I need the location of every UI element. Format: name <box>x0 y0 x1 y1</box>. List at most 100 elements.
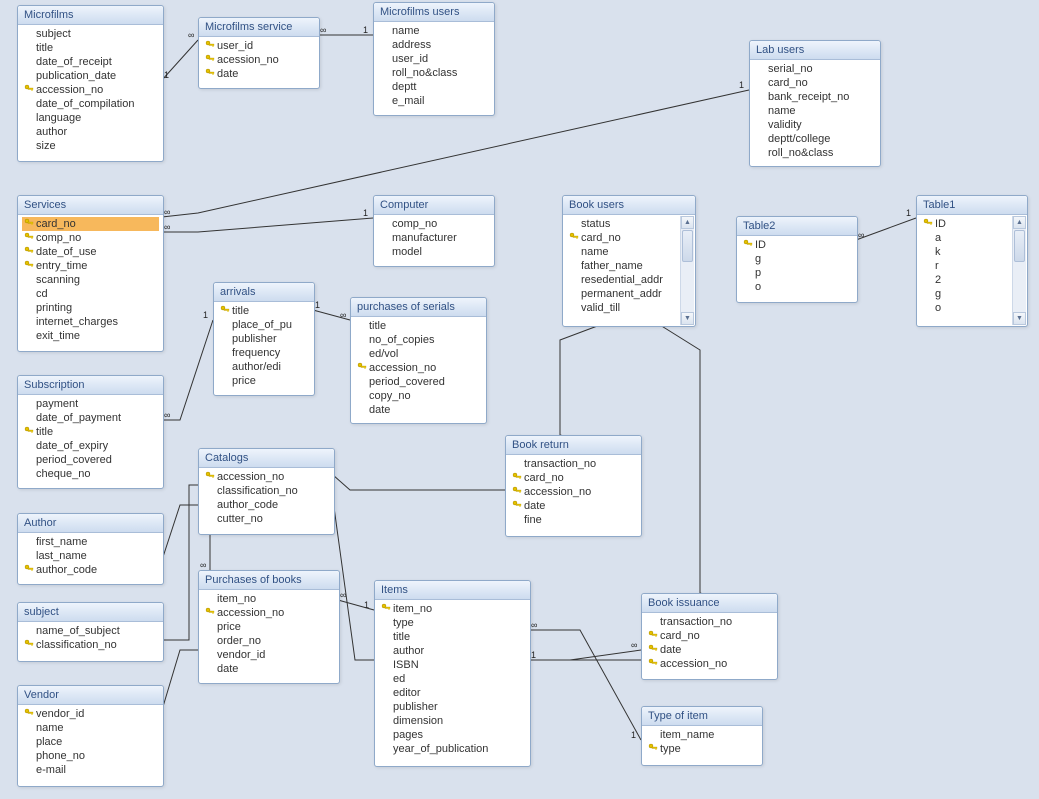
field-row[interactable]: transaction_no <box>510 457 637 471</box>
field-row[interactable]: deptt <box>378 80 490 94</box>
field-row[interactable]: card_no <box>22 217 159 231</box>
field-row[interactable]: comp_no <box>378 217 490 231</box>
field-row[interactable]: 2 <box>921 273 1010 287</box>
field-row[interactable]: acession_no <box>203 53 315 67</box>
table-title[interactable]: Table2 <box>737 217 857 236</box>
scrollbar[interactable]: ▲▼ <box>1012 216 1026 325</box>
table-purchases_serials[interactable]: purchases of serialstitleno_of_copiesed/… <box>350 297 487 424</box>
table-book_return[interactable]: Book returntransaction_nocard_noaccessio… <box>505 435 642 537</box>
table-title[interactable]: subject <box>18 603 163 622</box>
table-title[interactable]: Services <box>18 196 163 215</box>
field-row[interactable]: period_covered <box>22 453 159 467</box>
field-row[interactable]: name <box>754 104 876 118</box>
field-row[interactable]: o <box>921 301 1010 315</box>
table-title[interactable]: Lab users <box>750 41 880 60</box>
field-row[interactable]: accession_no <box>646 657 773 671</box>
table-title[interactable]: Table1 <box>917 196 1027 215</box>
table-title[interactable]: Items <box>375 581 530 600</box>
field-row[interactable]: name <box>22 721 159 735</box>
field-row[interactable]: accession_no <box>510 485 637 499</box>
field-row[interactable]: accession_no <box>355 361 482 375</box>
table-title[interactable]: Vendor <box>18 686 163 705</box>
field-row[interactable]: classification_no <box>203 484 330 498</box>
field-row[interactable]: validity <box>754 118 876 132</box>
field-row[interactable]: publisher <box>218 332 310 346</box>
table-author[interactable]: Author first_namelast_nameauthor_code <box>17 513 164 585</box>
field-row[interactable]: roll_no&class <box>754 146 876 160</box>
table-arrivals[interactable]: arrivalstitleplace_of_pupublisherfrequen… <box>213 282 315 396</box>
table-title[interactable]: Microfilms <box>18 6 163 25</box>
table-microfilms[interactable]: Microfilmssubjecttitledate_of_receiptpub… <box>17 5 164 162</box>
field-row[interactable]: status <box>567 217 678 231</box>
field-row[interactable]: period_covered <box>355 375 482 389</box>
field-row[interactable]: name <box>567 245 678 259</box>
field-row[interactable]: exit_time <box>22 329 159 343</box>
field-row[interactable]: language <box>22 111 159 125</box>
field-row[interactable]: e-mail <box>22 763 159 777</box>
er-diagram-canvas[interactable]: 1∞∞1∞1∞1∞11∞∞11∞1∞∞1∞1∞11∞∞1∞11∞∞1∞1Micr… <box>0 0 1039 799</box>
table-type_of_item[interactable]: Type of itemitem_nametype <box>641 706 763 766</box>
field-row[interactable]: printing <box>22 301 159 315</box>
field-row[interactable]: user_id <box>203 39 315 53</box>
field-row[interactable]: name_of_subject <box>22 624 159 638</box>
field-row[interactable]: date <box>203 67 315 81</box>
field-row[interactable]: size <box>22 139 159 153</box>
field-row[interactable]: title <box>22 425 159 439</box>
field-row[interactable]: ed <box>379 672 526 686</box>
field-row[interactable]: date <box>355 403 482 417</box>
field-row[interactable]: o <box>741 280 853 294</box>
field-row[interactable]: a <box>921 231 1010 245</box>
field-row[interactable]: accession_no <box>22 83 159 97</box>
table-title[interactable]: Purchases of books <box>199 571 339 590</box>
field-row[interactable]: cutter_no <box>203 512 330 526</box>
field-row[interactable]: author <box>22 125 159 139</box>
field-row[interactable]: title <box>379 630 526 644</box>
field-row[interactable]: date <box>646 643 773 657</box>
field-row[interactable]: last_name <box>22 549 159 563</box>
field-row[interactable]: date_of_receipt <box>22 55 159 69</box>
field-row[interactable]: permanent_addr <box>567 287 678 301</box>
table-title[interactable]: arrivals <box>214 283 314 302</box>
table-title[interactable]: Catalogs <box>199 449 334 468</box>
field-row[interactable]: father_name <box>567 259 678 273</box>
field-row[interactable]: author_code <box>22 563 159 577</box>
field-row[interactable]: g <box>921 287 1010 301</box>
field-row[interactable]: fine <box>510 513 637 527</box>
field-row[interactable]: date <box>203 662 335 676</box>
table-title[interactable]: Book users <box>563 196 695 215</box>
scroll-down-button[interactable]: ▼ <box>1013 312 1026 325</box>
field-row[interactable]: vendor_id <box>22 707 159 721</box>
field-row[interactable]: ID <box>921 217 1010 231</box>
field-row[interactable]: author/edi <box>218 360 310 374</box>
table-title[interactable]: Book return <box>506 436 641 455</box>
field-row[interactable]: type <box>379 616 526 630</box>
table-vendor[interactable]: Vendorvendor_idnameplacephone_noe-mail <box>17 685 164 787</box>
field-row[interactable]: transaction_no <box>646 615 773 629</box>
table-subject[interactable]: subjectname_of_subjectclassification_no <box>17 602 164 662</box>
table-title[interactable]: Computer <box>374 196 494 215</box>
scroll-thumb[interactable] <box>682 230 693 262</box>
field-row[interactable]: title <box>355 319 482 333</box>
field-row[interactable]: name <box>378 24 490 38</box>
field-row[interactable]: entry_time <box>22 259 159 273</box>
field-row[interactable]: place_of_pu <box>218 318 310 332</box>
field-row[interactable]: frequency <box>218 346 310 360</box>
field-row[interactable]: price <box>218 374 310 388</box>
scroll-up-button[interactable]: ▲ <box>1013 216 1026 229</box>
field-row[interactable]: title <box>22 41 159 55</box>
field-row[interactable]: serial_no <box>754 62 876 76</box>
field-row[interactable]: accession_no <box>203 606 335 620</box>
field-row[interactable]: ed/vol <box>355 347 482 361</box>
field-row[interactable]: model <box>378 245 490 259</box>
field-row[interactable]: price <box>203 620 335 634</box>
field-row[interactable]: author_code <box>203 498 330 512</box>
field-row[interactable]: item_no <box>203 592 335 606</box>
field-row[interactable]: roll_no&class <box>378 66 490 80</box>
table-book_users[interactable]: Book usersstatuscard_nonamefather_namere… <box>562 195 696 327</box>
table-subscription[interactable]: Subscriptionpaymentdate_of_paymenttitled… <box>17 375 164 489</box>
field-row[interactable]: g <box>741 252 853 266</box>
table-title[interactable]: purchases of serials <box>351 298 486 317</box>
field-row[interactable]: first_name <box>22 535 159 549</box>
scroll-thumb[interactable] <box>1014 230 1025 262</box>
table-title[interactable]: Author <box>18 514 163 533</box>
